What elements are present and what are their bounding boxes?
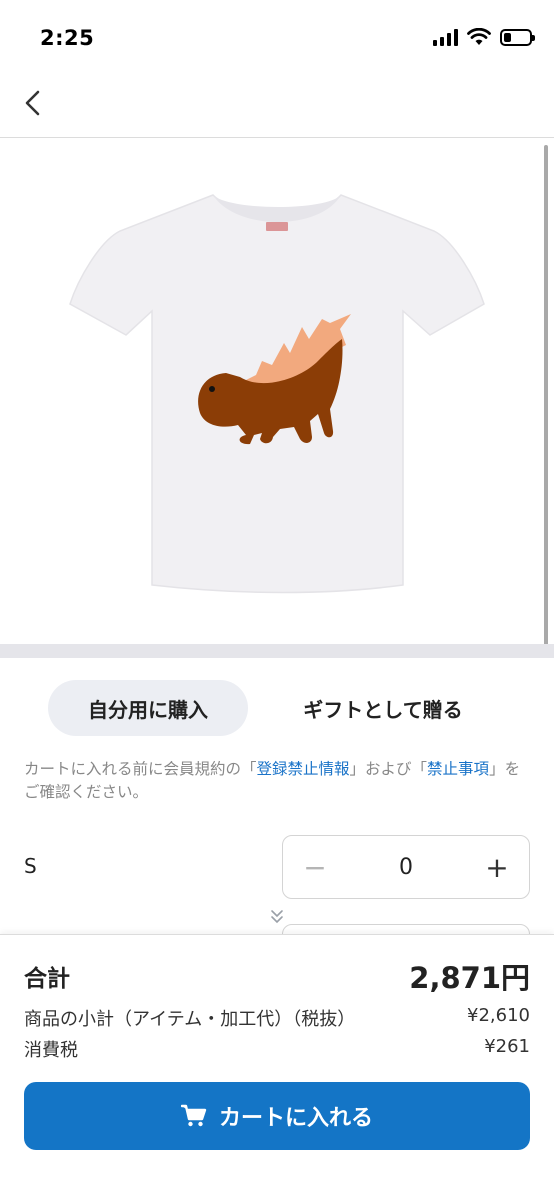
signal-icon <box>433 28 458 46</box>
tshirt-tag <box>266 222 288 231</box>
send-as-gift-option[interactable]: ギフトとして贈る <box>248 680 518 736</box>
increase-quantity-button[interactable]: + <box>481 851 513 884</box>
purchase-type-toggle: 自分用に購入 ギフトとして贈る <box>48 680 518 736</box>
tshirt-illustration <box>69 194 485 594</box>
subtotal-value: ¥2,610 <box>467 1005 530 1026</box>
tax-label: 消費税 <box>24 1040 78 1061</box>
section-divider <box>0 644 554 658</box>
subtotal-label: 商品の小計（アイテム・加工代）（税抜） <box>24 1009 356 1030</box>
nav-bar <box>0 72 554 138</box>
buy-for-self-option[interactable]: 自分用に購入 <box>48 680 248 736</box>
prohibited-registration-link[interactable]: 登録禁止情報 <box>257 760 350 778</box>
prohibited-items-link[interactable]: 禁止事項 <box>427 760 489 778</box>
order-summary-sheet: 合計 2,871円 商品の小計（アイテム・加工代）（税抜） ¥2,610 消費税… <box>0 934 554 1199</box>
quantity-value: 0 <box>399 854 413 880</box>
quantity-stepper: − 0 + <box>282 835 530 899</box>
product-image <box>0 139 554 644</box>
creature-eye <box>209 386 215 392</box>
cart-icon <box>180 1104 207 1127</box>
tax-value: ¥261 <box>484 1036 530 1057</box>
total-label: 合計 <box>24 966 70 992</box>
add-to-cart-button[interactable]: カートに入れる <box>24 1082 530 1150</box>
expand-down-icon[interactable] <box>268 908 286 926</box>
decrease-quantity-button[interactable]: − <box>299 851 331 884</box>
tax-row: 消費税 ¥261 <box>24 1036 530 1062</box>
terms-text-1: カートに入れる前に会員規約の「 <box>24 760 257 778</box>
wifi-icon <box>467 28 491 45</box>
status-icons <box>433 28 535 46</box>
battery-level <box>504 32 511 42</box>
total-value: 2,871円 <box>409 961 530 995</box>
subtotal-row: 商品の小計（アイテム・加工代）（税抜） ¥2,610 <box>24 1005 530 1031</box>
back-chevron-icon[interactable] <box>18 86 48 120</box>
terms-notice: カートに入れる前に会員規約の「登録禁止情報」および「禁止事項」をご確認ください。 <box>24 758 530 804</box>
size-label: S <box>24 854 37 878</box>
add-to-cart-label: カートに入れる <box>218 1106 373 1131</box>
status-time: 2:25 <box>40 26 95 50</box>
status-bar: 2:25 <box>0 0 554 72</box>
scrollbar[interactable] <box>544 145 548 650</box>
battery-icon <box>500 28 535 46</box>
terms-text-2: 」および「 <box>349 760 428 778</box>
